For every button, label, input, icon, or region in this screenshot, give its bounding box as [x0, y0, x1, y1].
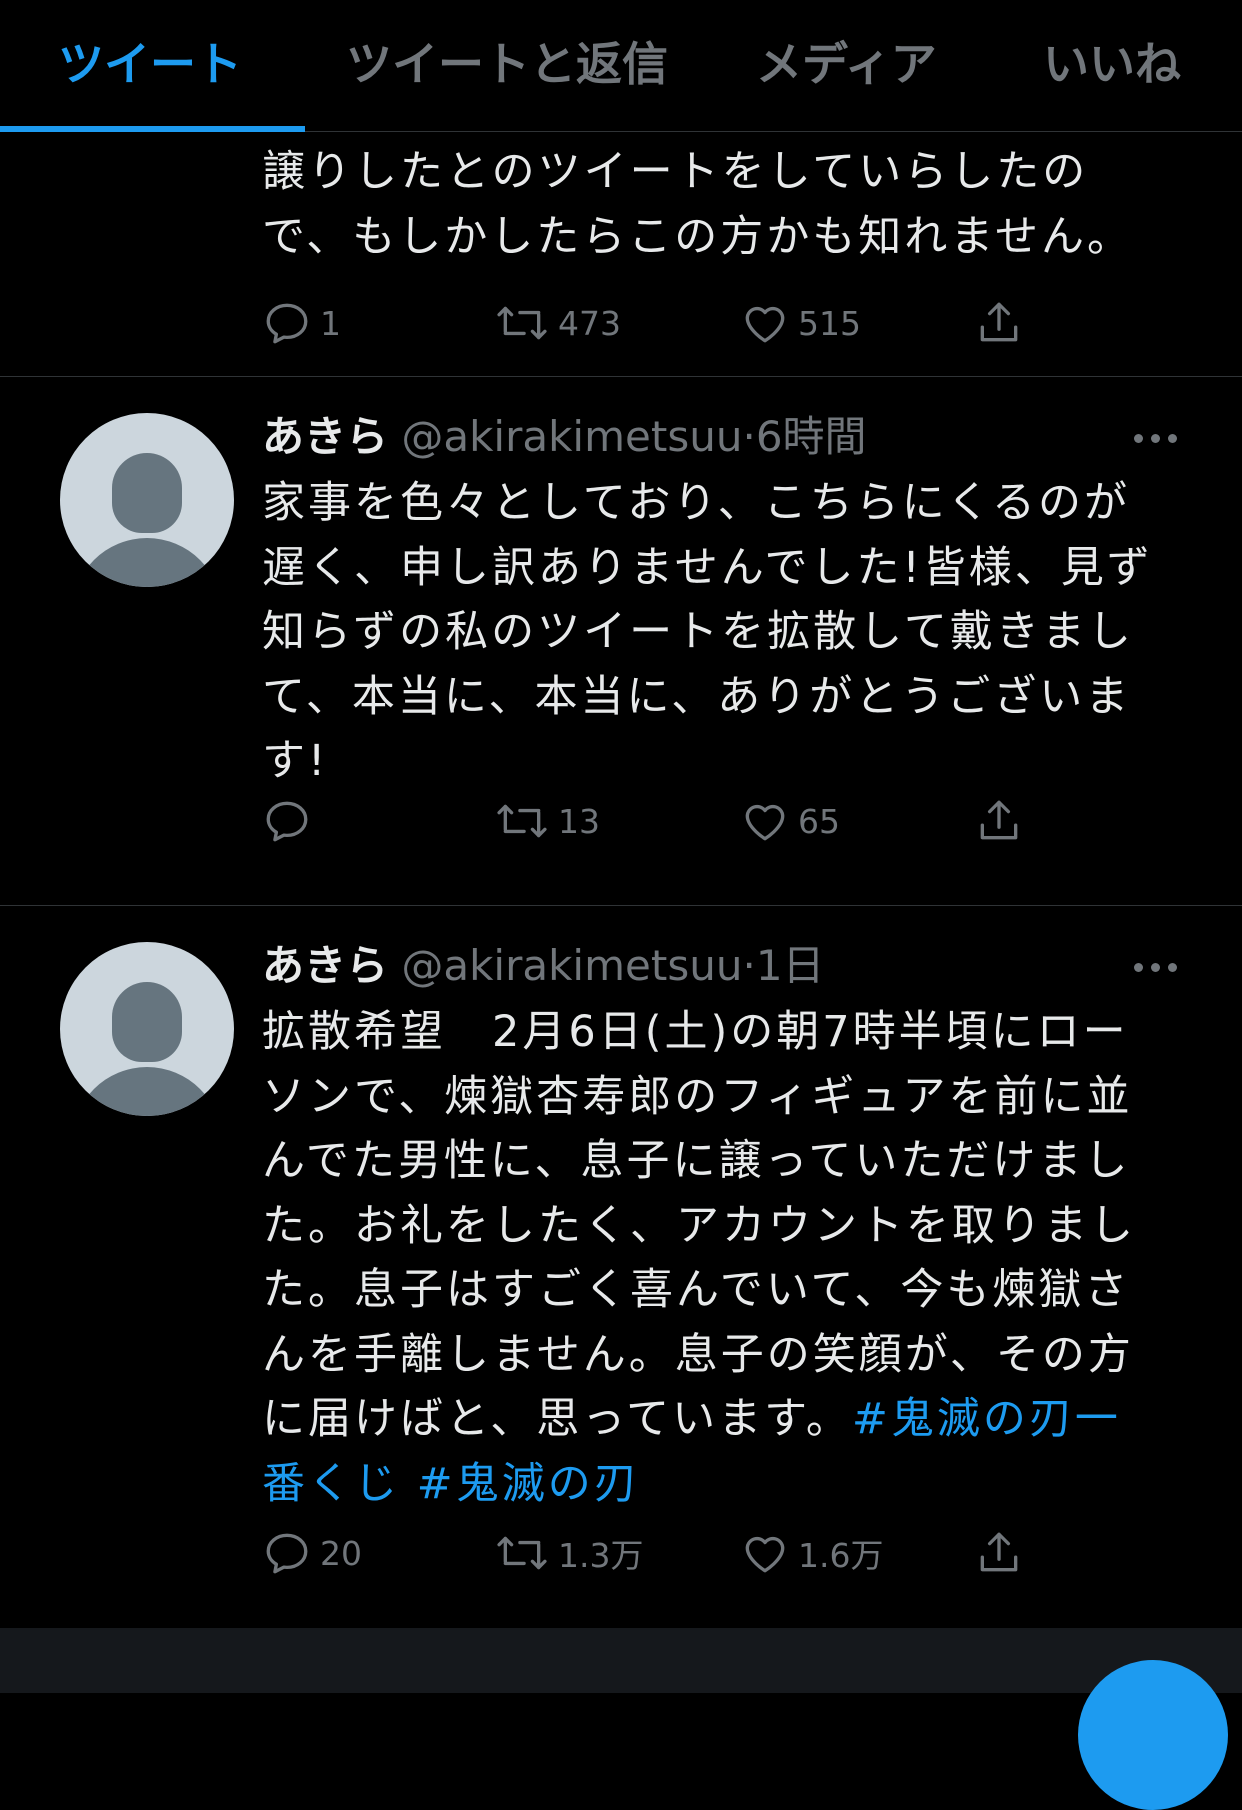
more-options-icon[interactable]: [1128, 956, 1184, 976]
default-avatar-head: [112, 982, 182, 1062]
timestamp[interactable]: 1日: [756, 941, 825, 990]
like-button[interactable]: 515: [740, 298, 861, 348]
tweet-header: あきら @akirakimetsuu·1日: [262, 936, 825, 996]
default-avatar-head: [112, 453, 182, 533]
more-options-icon[interactable]: [1128, 427, 1184, 447]
like-count: 65: [798, 801, 840, 841]
retweet-count: 473: [558, 303, 621, 343]
tweet-text-line: た。息子はすごく喜んでいて、今も煉獄さ: [262, 1265, 1131, 1315]
tweet-text-line: 遅く、申し訳ありませんでした!皆様、見ず: [262, 542, 1153, 593]
hashtag-link[interactable]: #鬼滅の刃一: [852, 1394, 1121, 1444]
tweet-text-line: 知らずの私のツイートを拡散して戴きまし: [262, 607, 1134, 657]
reply-count: 1: [320, 303, 341, 343]
share-button[interactable]: [974, 298, 1024, 348]
tweet-text-line: す!: [262, 736, 329, 786]
retweet-icon: [497, 1536, 547, 1570]
like-count: 1.6万: [798, 1536, 884, 1575]
retweet-icon: [497, 804, 547, 838]
share-icon: [980, 302, 1018, 342]
reply-button[interactable]: 20: [262, 1528, 362, 1578]
tweet-card[interactable]: あきら @akirakimetsuu·1日 拡散希望 2月6日(土)の朝7時半頃…: [0, 906, 1242, 1626]
share-icon: [980, 800, 1018, 840]
tweet-text-line: で、もしかしたらこの方かも知れません。: [262, 211, 1133, 262]
tweet-text-line: んを手離しません。息子の笑顔が、その方: [262, 1329, 1134, 1380]
bottom-navigation-bar: [0, 1628, 1242, 1693]
tweet-text-line: て、本当に、本当に、ありがとうございま: [262, 671, 1132, 722]
tweet-text: 譲りしたとのツイートをしていらしたの で、もしかしたらこの方かも知れません。: [262, 140, 1192, 269]
reply-icon: [266, 303, 308, 344]
retweet-button[interactable]: 1.3万: [494, 1528, 643, 1578]
avatar[interactable]: [60, 413, 234, 587]
tweet-text-line: 拡散希望 2月6日(土)の朝7時半頃にロー: [262, 1007, 1129, 1057]
share-button[interactable]: [974, 1528, 1024, 1578]
tweet-actions: 1 473 515: [262, 298, 1162, 348]
avatar[interactable]: [60, 942, 234, 1116]
tweet-card[interactable]: あきら @akirakimetsuu·6時間 家事を色々としており、こちらにくる…: [0, 377, 1242, 905]
tweet-text-line: ソンで、煉獄杏寿郎のフィギュアを前に並: [262, 1071, 1133, 1122]
user-handle[interactable]: @akirakimetsuu: [401, 412, 742, 461]
tweet-text: 拡散希望 2月6日(土)の朝7時半頃にロー ソンで、煉獄杏寿郎のフィギュアを前に…: [262, 1000, 1192, 1516]
tweet-text-line: 家事を色々としており、こちらにくるのが: [262, 478, 1130, 528]
default-avatar-body: [72, 1067, 222, 1116]
heart-icon: [745, 1536, 785, 1573]
profile-tabs: ツイート ツイートと返信 メディア いいね: [0, 0, 1242, 132]
user-handle[interactable]: @akirakimetsuu: [401, 941, 742, 990]
tweet-header: あきら @akirakimetsuu·6時間: [262, 407, 867, 467]
tweet-text-line: 譲りしたとのツイートをしていらしたの: [262, 147, 1089, 197]
tab-likes[interactable]: いいね: [1043, 34, 1181, 94]
tweet-text-line: んでた男性に、息子に譲っていただけまし: [262, 1136, 1131, 1186]
reply-button[interactable]: [262, 796, 320, 846]
tab-tweets[interactable]: ツイート: [58, 34, 242, 94]
retweet-button[interactable]: 473: [494, 298, 621, 348]
display-name[interactable]: あきら: [262, 412, 388, 461]
share-button[interactable]: [974, 796, 1024, 846]
default-avatar-body: [72, 538, 222, 587]
tweet-text-segment: に届けばと、思っています。: [262, 1394, 852, 1444]
hashtag-link[interactable]: 番くじ: [262, 1459, 400, 1509]
reply-button[interactable]: 1: [262, 298, 341, 348]
timestamp[interactable]: 6時間: [756, 412, 867, 461]
tweet-text-line: 番くじ #鬼滅の刃: [262, 1452, 1192, 1517]
retweet-count: 13: [558, 801, 600, 841]
display-name[interactable]: あきら: [262, 941, 388, 990]
tweet-card[interactable]: 譲りしたとのツイートをしていらしたの で、もしかしたらこの方かも知れません。 1…: [0, 132, 1242, 376]
tab-media[interactable]: メディア: [756, 34, 937, 94]
tweet-text-line: た。お礼をしたく、アカウントを取りまし: [262, 1200, 1136, 1251]
hashtag-link[interactable]: #鬼滅の刃: [417, 1459, 640, 1509]
separator-dot: ·: [742, 941, 756, 990]
retweet-icon: [497, 306, 547, 340]
compose-tweet-button[interactable]: [1078, 1660, 1228, 1810]
retweet-count: 1.3万: [558, 1536, 644, 1575]
heart-icon: [745, 804, 785, 841]
reply-count: 20: [320, 1533, 362, 1573]
separator-dot: ·: [742, 412, 756, 461]
tweet-text: 家事を色々としており、こちらにくるのが 遅く、申し訳ありませんでした!皆様、見ず…: [262, 471, 1192, 794]
like-button[interactable]: 1.6万: [740, 1528, 883, 1578]
retweet-button[interactable]: 13: [494, 796, 600, 846]
reply-icon: [266, 1533, 308, 1574]
tweet-text-line: に届けばと、思っています。#鬼滅の刃一: [262, 1387, 1192, 1452]
tweet-actions: 20 1.3万 1.6万: [262, 1528, 1162, 1578]
heart-icon: [745, 306, 785, 343]
like-count: 515: [798, 303, 861, 343]
like-button[interactable]: 65: [740, 796, 840, 846]
reply-icon: [266, 801, 308, 842]
share-icon: [980, 1532, 1018, 1572]
tab-tweets-and-replies[interactable]: ツイートと返信: [346, 34, 668, 94]
tweet-actions: 13 65: [262, 796, 1162, 846]
